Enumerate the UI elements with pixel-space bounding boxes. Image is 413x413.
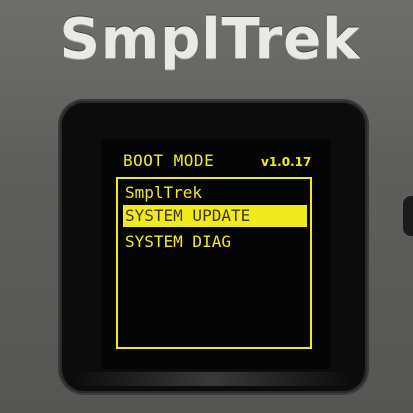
lcd-screen: BOOT MODE v1.0.17 SmplTrek SYSTEM UPDATE…: [101, 139, 331, 369]
menu-item-system-update[interactable]: SYSTEM UPDATE: [123, 205, 307, 227]
boot-mode-title: BOOT MODE: [123, 151, 215, 170]
menu-item-smpltrek[interactable]: SmplTrek: [123, 182, 307, 204]
menu-item-system-diag[interactable]: SYSTEM DIAG: [123, 231, 307, 253]
side-knob[interactable]: [403, 196, 413, 236]
firmware-version: v1.0.17: [261, 155, 312, 169]
bezel-glare: [72, 372, 352, 386]
device-brand-logo: SmplTrek: [59, 6, 361, 72]
boot-menu: SmplTrek SYSTEM UPDATE SYSTEM DIAG: [116, 177, 312, 349]
